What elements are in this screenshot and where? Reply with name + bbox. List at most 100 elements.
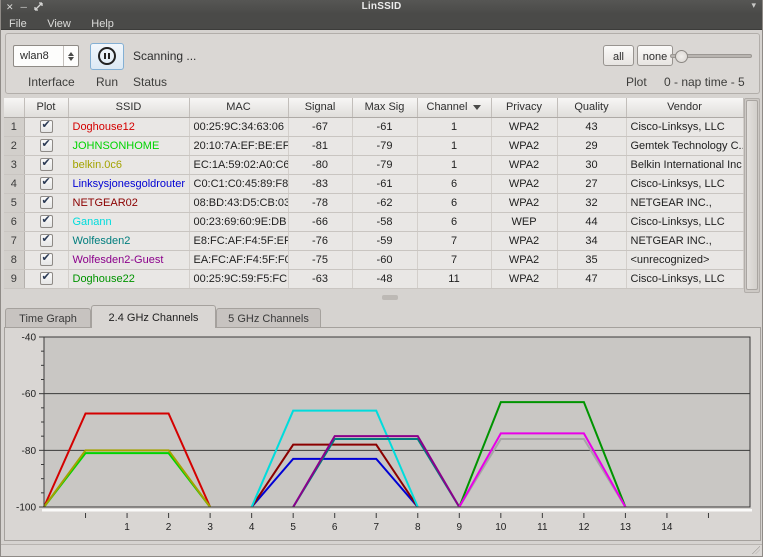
quality-cell: 47 <box>557 269 626 288</box>
hscroll-thumb[interactable] <box>382 295 398 300</box>
nap-time-slider[interactable] <box>670 54 752 58</box>
maxsig-cell: -59 <box>352 231 417 250</box>
col-header-privacy[interactable]: Privacy <box>491 98 557 117</box>
channel-chart: -40-60-80-1001234567891011121314 <box>5 328 762 542</box>
col-header-signal[interactable]: Signal <box>288 98 352 117</box>
y-tick-label: -40 <box>22 333 37 344</box>
menu-help[interactable]: Help <box>83 17 122 30</box>
col-header-plot[interactable]: Plot <box>24 98 68 117</box>
col-header-mac[interactable]: MAC <box>189 98 288 117</box>
signal-cell: -76 <box>288 231 352 250</box>
mac-cell: EA:FC:AF:F4:5F:F0 <box>189 250 288 269</box>
vendor-cell: NETGEAR INC., <box>626 231 743 250</box>
row-number: 5 <box>4 193 24 212</box>
col-header-vendor[interactable]: Vendor <box>626 98 743 117</box>
chevron-down-icon[interactable]: ▾ <box>751 0 756 11</box>
plot-checkbox[interactable]: ✔ <box>40 272 53 285</box>
col-header-channel[interactable]: Channel <box>417 98 491 117</box>
resize-grip[interactable] <box>752 546 760 554</box>
ssid-cell: Ganann <box>68 212 189 231</box>
channel-cell: 6 <box>417 212 491 231</box>
row-number: 1 <box>4 117 24 136</box>
plot-checkbox[interactable]: ✔ <box>40 177 53 190</box>
mac-cell: 00:23:69:60:9E:DB <box>189 212 288 231</box>
privacy-cell: WPA2 <box>491 193 557 212</box>
table-row[interactable]: 6 ✔ Ganann 00:23:69:60:9E:DB -66 -58 6 W… <box>4 212 743 231</box>
networks-table: Plot SSID MAC Signal Max Sig Channel Pri… <box>4 98 760 298</box>
row-number: 9 <box>4 269 24 288</box>
ssid-cell: belkin.0c6 <box>68 155 189 174</box>
maxsig-cell: -79 <box>352 155 417 174</box>
privacy-cell: WPA2 <box>491 174 557 193</box>
checkmark-icon: ✔ <box>42 270 51 283</box>
signal-cell: -63 <box>288 269 352 288</box>
plot-cell: ✔ <box>24 269 68 288</box>
plot-checkbox[interactable]: ✔ <box>40 253 53 266</box>
plot-checkbox[interactable]: ✔ <box>40 120 53 133</box>
row-number: 3 <box>4 155 24 174</box>
menu-view[interactable]: View <box>39 17 79 30</box>
plot-checkbox[interactable]: ✔ <box>40 196 53 209</box>
maxsig-cell: -61 <box>352 117 417 136</box>
privacy-cell: WPA2 <box>491 231 557 250</box>
table-row[interactable]: 9 ✔ Doghouse22 00:25:9C:59:F5:FC -63 -48… <box>4 269 743 288</box>
status-value: Scanning ... <box>133 49 196 63</box>
checkmark-icon: ✔ <box>42 232 51 245</box>
ssid-cell: Wolfesden2 <box>68 231 189 250</box>
plot-cell: ✔ <box>24 193 68 212</box>
interface-select[interactable]: wlan8 <box>13 45 79 67</box>
tab-24ghz-channels[interactable]: 2.4 GHz Channels <box>91 305 216 328</box>
table-row[interactable]: 7 ✔ Wolfesden2 E8:FC:AF:F4:5F:EF -76 -59… <box>4 231 743 250</box>
table-row[interactable]: 8 ✔ Wolfesden2-Guest EA:FC:AF:F4:5F:F0 -… <box>4 250 743 269</box>
plot-checkbox[interactable]: ✔ <box>40 139 53 152</box>
maxsig-cell: -79 <box>352 136 417 155</box>
slider-handle[interactable] <box>675 50 688 63</box>
menu-file[interactable]: File <box>1 17 35 30</box>
checkmark-icon: ✔ <box>42 251 51 264</box>
quality-cell: 35 <box>557 250 626 269</box>
col-header-maxsig[interactable]: Max Sig <box>352 98 417 117</box>
channel-chart-panel: -40-60-80-1001234567891011121314 <box>4 327 761 541</box>
row-number: 6 <box>4 212 24 231</box>
table-row[interactable]: 4 ✔ Linksysjonesgoldrouter C0:C1:C0:45:8… <box>4 174 743 193</box>
table-row[interactable]: 1 ✔ Doghouse12 00:25:9C:34:63:06 -67 -61… <box>4 117 743 136</box>
signal-cell: -75 <box>288 250 352 269</box>
x-tick-label: 8 <box>415 522 421 533</box>
channel-cell: 11 <box>417 269 491 288</box>
channel-cell: 7 <box>417 250 491 269</box>
tab-5ghz-channels[interactable]: 5 GHz Channels <box>216 308 321 328</box>
vscroll-thumb[interactable] <box>746 100 758 290</box>
checkmark-icon: ✔ <box>42 156 51 169</box>
corner-header <box>4 98 24 117</box>
signal-cell: -80 <box>288 155 352 174</box>
plot-checkbox[interactable]: ✔ <box>40 215 53 228</box>
run-pause-button[interactable] <box>90 43 124 70</box>
table-row[interactable]: 2 ✔ JOHNSONHOME 20:10:7A:EF:BE:EF -81 -7… <box>4 136 743 155</box>
table-hscrollbar[interactable] <box>4 294 743 301</box>
plot-none-button[interactable]: none <box>637 45 673 66</box>
ssid-cell: Doghouse12 <box>68 117 189 136</box>
spinner-arrows-icon[interactable] <box>63 46 78 66</box>
status-label: Status <box>133 75 167 89</box>
plot-checkbox[interactable]: ✔ <box>40 158 53 171</box>
vendor-cell: NETGEAR INC., <box>626 193 743 212</box>
table-row[interactable]: 3 ✔ belkin.0c6 EC:1A:59:02:A0:C6 -80 -79… <box>4 155 743 174</box>
checkmark-icon: ✔ <box>42 194 51 207</box>
channel-cell: 1 <box>417 155 491 174</box>
plot-cell: ✔ <box>24 155 68 174</box>
plot-checkbox[interactable]: ✔ <box>40 234 53 247</box>
plot-all-button[interactable]: all <box>603 45 634 66</box>
y-tick-label: -60 <box>22 389 37 400</box>
col-header-ssid[interactable]: SSID <box>68 98 189 117</box>
maxsig-cell: -61 <box>352 174 417 193</box>
x-tick-label: 9 <box>457 522 463 533</box>
interface-value: wlan8 <box>20 50 49 62</box>
col-header-quality[interactable]: Quality <box>557 98 626 117</box>
y-tick-label: -80 <box>22 446 37 457</box>
table-vscrollbar[interactable] <box>744 98 760 293</box>
checkmark-icon: ✔ <box>42 118 51 131</box>
tab-time-graph[interactable]: Time Graph <box>5 308 91 328</box>
vendor-cell: Gemtek Technology C... <box>626 136 743 155</box>
table-row[interactable]: 5 ✔ NETGEAR02 08:BD:43:D5:CB:03 -78 -62 … <box>4 193 743 212</box>
x-tick-label: 13 <box>620 522 632 533</box>
